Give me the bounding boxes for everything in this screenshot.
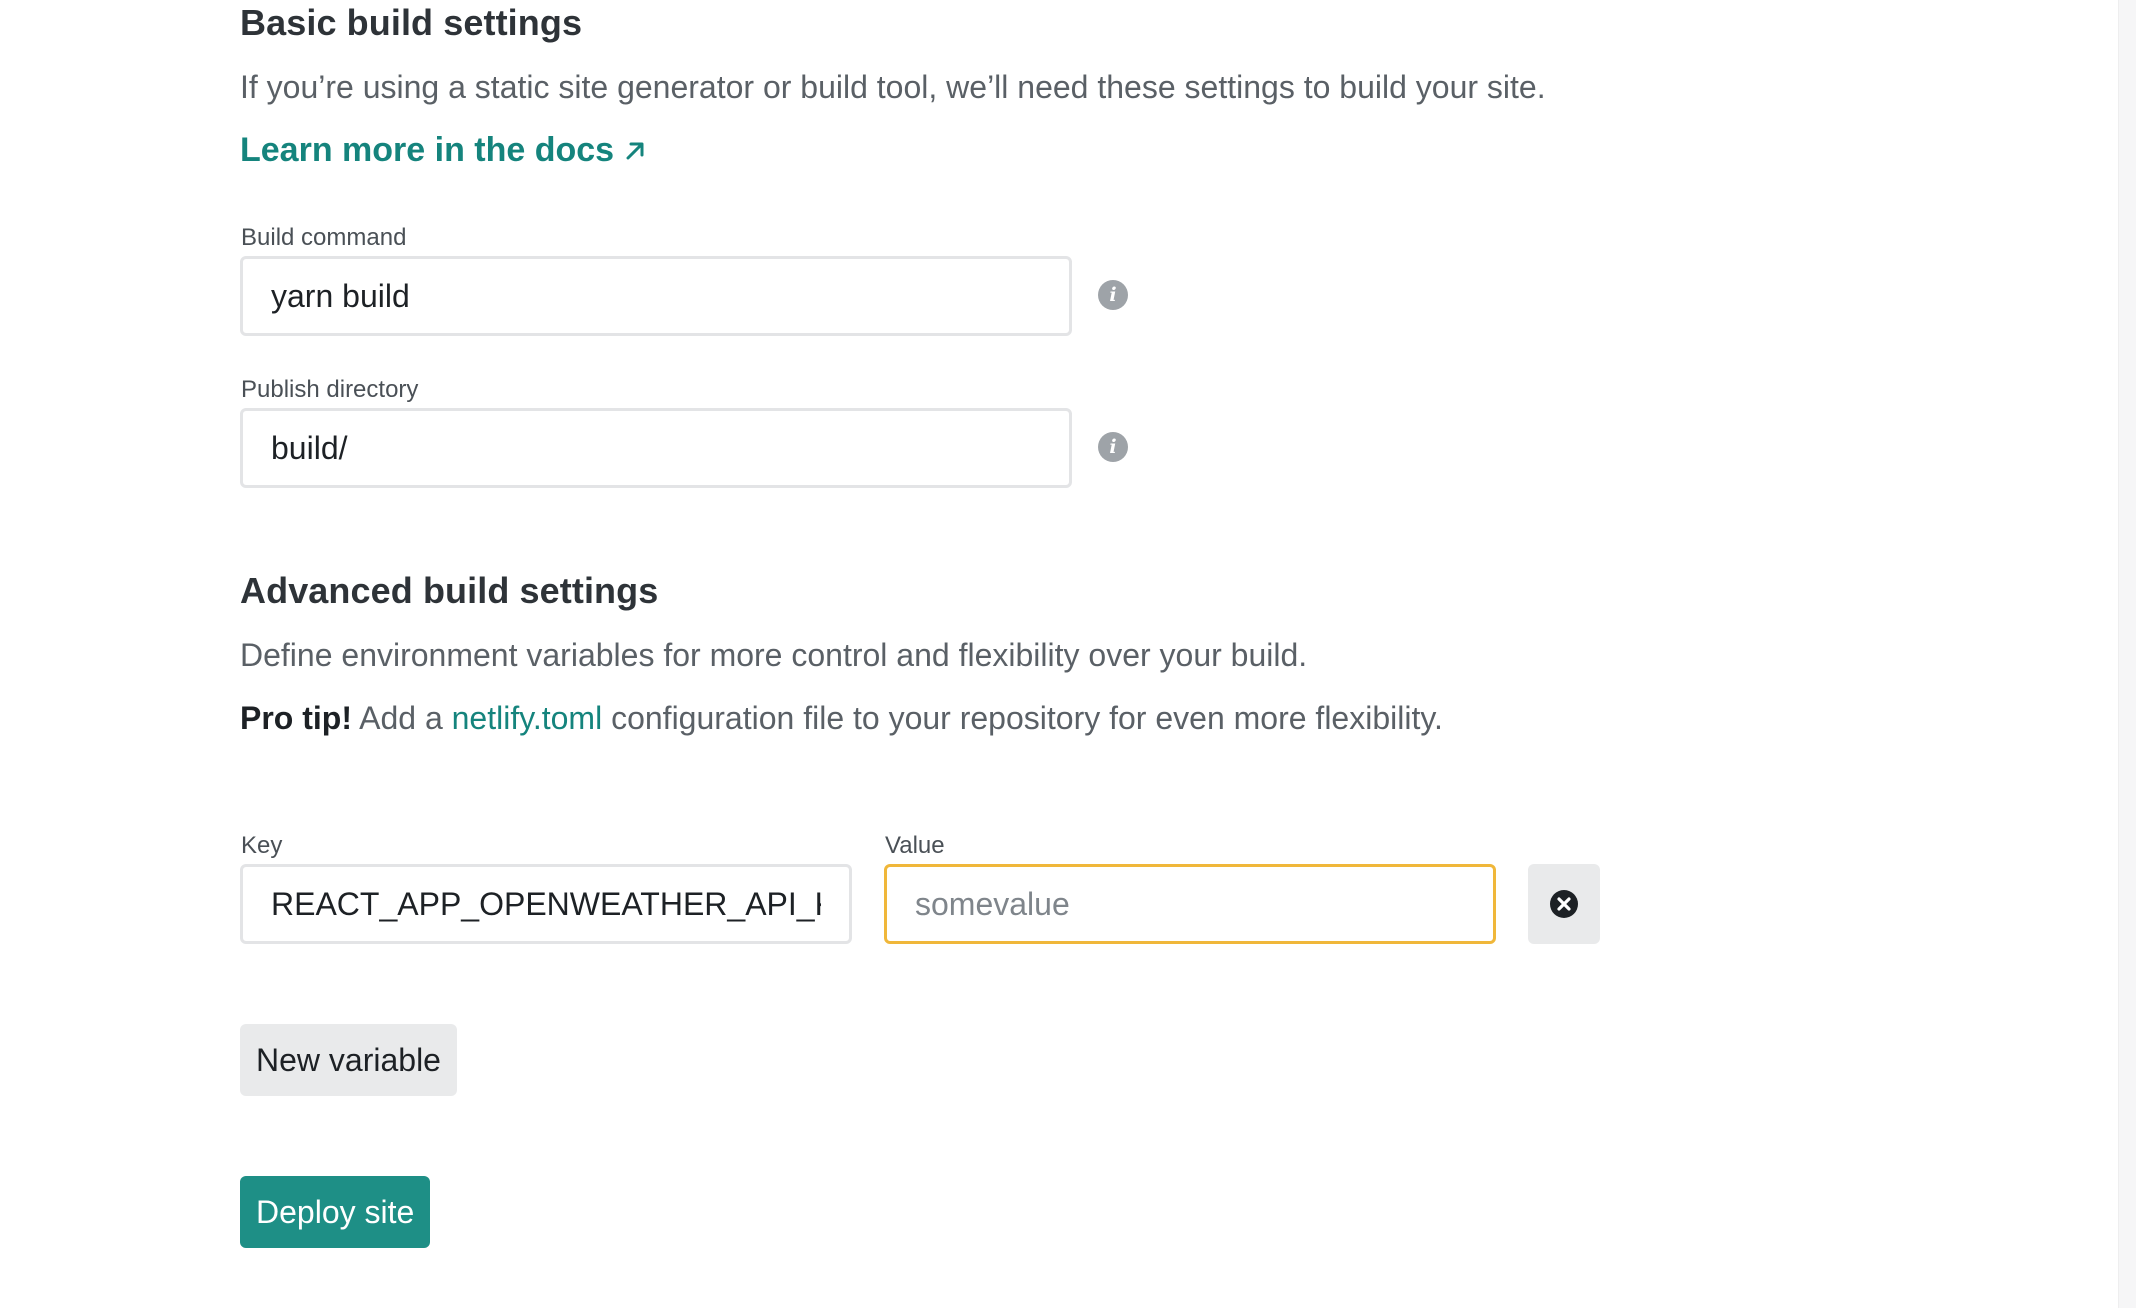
external-arrow-icon xyxy=(626,142,644,159)
basic-build-settings-description: If you’re using a static site generator … xyxy=(240,69,1546,105)
build-command-info-icon[interactable]: i xyxy=(1098,280,1128,310)
publish-directory-info-icon[interactable]: i xyxy=(1098,432,1128,462)
publish-directory-input[interactable] xyxy=(240,408,1072,488)
deploy-site-button[interactable]: Deploy site xyxy=(240,1176,431,1248)
remove-variable-button[interactable] xyxy=(1528,864,1600,944)
build-command-label: Build command xyxy=(241,224,407,251)
learn-more-docs-link[interactable]: Learn more in the docs xyxy=(240,131,646,170)
basic-build-settings-heading: Basic build settings xyxy=(240,2,583,43)
learn-more-docs-label: Learn more in the docs xyxy=(240,131,615,169)
pro-tip-suffix: configuration file to your repository fo… xyxy=(602,700,1443,736)
scroll-gutter xyxy=(2118,0,2136,1308)
new-variable-button[interactable]: New variable xyxy=(240,1024,457,1096)
publish-directory-label: Publish directory xyxy=(241,376,419,403)
env-value-label: Value xyxy=(885,832,945,859)
close-circle-icon xyxy=(1550,890,1578,918)
netlify-toml-link[interactable]: netlify.toml xyxy=(452,700,603,736)
build-command-input[interactable] xyxy=(240,256,1072,336)
pro-tip-label: Pro tip! xyxy=(240,700,352,736)
advanced-build-settings-description: Define environment variables for more co… xyxy=(240,637,1308,673)
pro-tip-prefix: Add a xyxy=(351,700,452,736)
env-value-input[interactable] xyxy=(884,864,1496,944)
pro-tip-text: Pro tip! Add a netlify.toml configuratio… xyxy=(240,700,1443,737)
env-key-label: Key xyxy=(241,832,283,859)
advanced-build-settings-heading: Advanced build settings xyxy=(240,570,659,611)
env-key-input[interactable] xyxy=(240,864,852,944)
